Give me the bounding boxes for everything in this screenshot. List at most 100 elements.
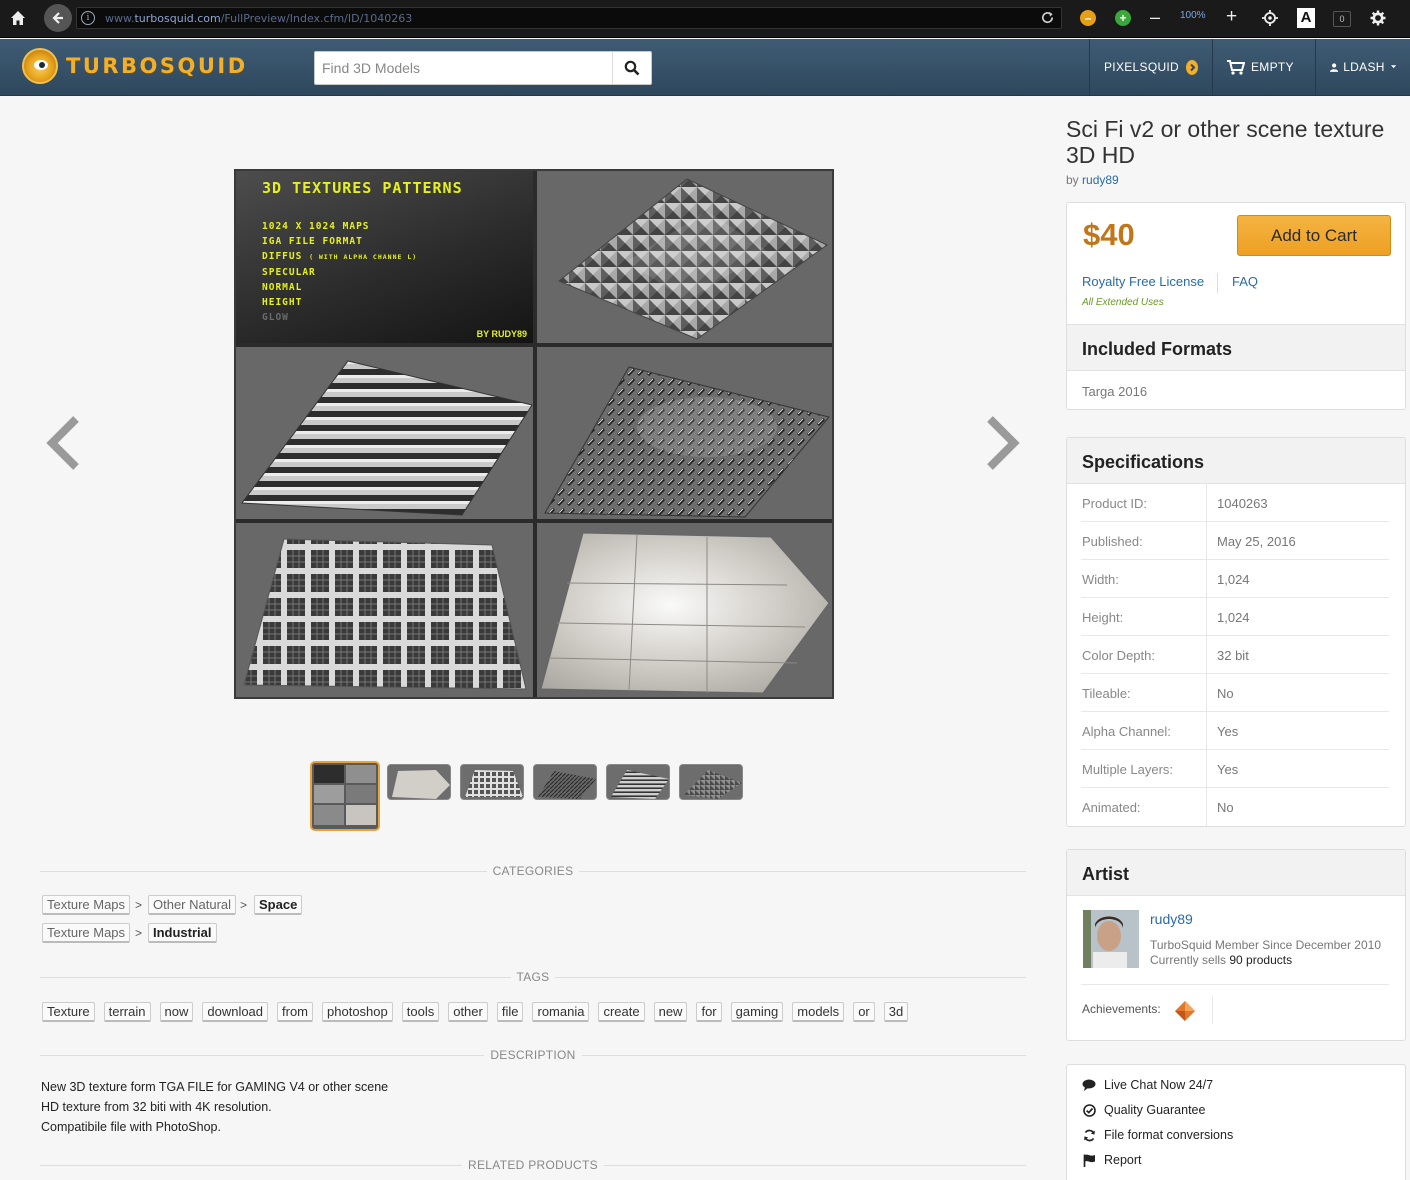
thumbnail-5[interactable] [606,764,670,800]
license-note: All Extended Uses [1082,297,1164,308]
target-icon[interactable] [1262,10,1278,29]
purchase-card: $40 Add to Cart Royalty Free License FAQ… [1066,202,1406,410]
logo-text: TURBOSQUID [66,54,248,78]
categories-heading: CATEGORIES [40,864,1026,878]
live-chat-link[interactable]: Live Chat Now 24/7 [1082,1078,1213,1092]
thumbnail-6[interactable] [679,764,743,800]
banner-credit: BY RUDY89 [476,329,527,339]
spec-row: Alpha Channel: Yes [1081,712,1389,750]
previous-image-button[interactable] [44,415,84,471]
author-link[interactable]: rudy89 [1082,173,1119,187]
thumbnail-1[interactable] [310,761,380,831]
add-circle-icon[interactable]: + [1115,10,1131,26]
search-button[interactable] [612,52,651,84]
thumbnail-3[interactable] [460,764,524,800]
reload-icon[interactable] [1040,10,1055,28]
home-icon[interactable] [6,6,30,30]
thumbnail-2[interactable] [387,764,451,800]
breadcrumb-separator: > [240,898,248,912]
artist-products-link[interactable]: 90 products [1229,953,1292,967]
artist-name-link[interactable]: rudy89 [1150,911,1193,927]
spec-row: Animated: No [1081,788,1389,826]
tag[interactable]: photoshop [322,1002,393,1022]
search-input[interactable] [315,52,613,84]
main-preview-image[interactable]: 3D TEXTURES PATTERNS 1024 X 1024 MAPS IG… [234,169,834,699]
flag-icon [1082,1153,1096,1167]
format-item: Targa 2016 [1082,384,1148,399]
quality-guarantee-link[interactable]: Quality Guarantee [1082,1103,1205,1117]
achievements-label: Achievements: [1082,1002,1161,1016]
tag[interactable]: download [202,1002,269,1022]
tag[interactable]: for [696,1002,722,1022]
tag[interactable]: 3d [883,1002,909,1022]
report-link[interactable]: Report [1082,1153,1142,1167]
tag[interactable]: create [598,1002,645,1022]
back-button[interactable] [44,4,72,32]
related-products-heading: RELATED PRODUCTS [40,1158,1026,1172]
category-link-current[interactable]: Space [254,895,303,915]
info-icon[interactable]: i [81,11,95,25]
tag-list: Texture terrain now download from photos… [42,1002,909,1022]
achievement-diamond-icon[interactable] [1174,1000,1196,1022]
zoom-out-button[interactable]: – [1150,7,1160,28]
tag[interactable]: gaming [730,1002,784,1022]
gear-icon[interactable] [1370,10,1386,29]
squid-logo-icon [22,48,58,84]
spec-row: Published: May 25, 2016 [1081,522,1389,560]
zoom-in-button[interactable]: + [1226,6,1237,28]
product-header: Sci Fi v2 or other scene texture 3D HD b… [1066,116,1406,187]
site-header: TURBOSQUID PIXELSQUID EMPTY LDASH [0,39,1410,96]
link-divider [1217,273,1218,293]
add-to-cart-button[interactable]: Add to Cart [1237,215,1391,256]
grid-texture-render [236,523,533,697]
minimize-circle-icon[interactable]: – [1080,10,1096,26]
tag[interactable]: terrain [103,1002,151,1022]
tag[interactable]: models [792,1002,845,1022]
royalty-free-license-link[interactable]: Royalty Free License [1082,274,1204,289]
next-image-button[interactable] [982,415,1022,471]
spec-row: Tileable: No [1081,674,1389,712]
refresh-icon [1082,1128,1096,1142]
chevron-right-circle-icon [1186,59,1198,75]
address-bar[interactable]: i www.turbosquid.com/FullPreview/Index.c… [76,7,1062,29]
tag[interactable]: file [496,1002,524,1022]
category-link[interactable]: Texture Maps [42,895,131,915]
tag[interactable]: romania [532,1002,590,1022]
tag[interactable]: tools [401,1002,440,1022]
user-menu[interactable]: LDASH [1315,39,1410,95]
breadcrumb-separator: > [135,898,143,912]
tag[interactable]: new [653,1002,688,1022]
cart-link[interactable]: EMPTY [1212,39,1315,95]
category-link[interactable]: Other Natural [148,895,237,915]
category-link[interactable]: Texture Maps [42,923,131,943]
faq-link[interactable]: FAQ [1232,274,1258,289]
tag[interactable]: other [448,1002,488,1022]
tag[interactable]: Texture [42,1002,95,1022]
chevron-down-icon [1390,65,1396,69]
tag[interactable]: from [277,1002,314,1022]
cart-icon [1227,59,1245,75]
file-format-conversions-link[interactable]: File format conversions [1082,1128,1233,1142]
badge-counter[interactable]: 0 [1333,11,1351,27]
spec-row: Height: 1,024 [1081,598,1389,636]
stripe-texture-render [236,347,533,519]
included-formats-heading: Included Formats [1067,325,1405,371]
back-arrow-icon [52,12,63,24]
spec-row: Product ID: 1040263 [1081,484,1389,522]
breadcrumb-separator: > [135,926,143,940]
cart-label: EMPTY [1251,60,1294,74]
category-link-current[interactable]: Industrial [148,923,217,943]
metal-plate-texture-render [537,523,832,697]
artist-heading: Artist [1067,850,1405,896]
tag[interactable]: now [159,1002,194,1022]
specifications-table: Product ID: 1040263 Published: May 25, 201… [1067,484,1405,826]
pixelsquid-link[interactable]: PIXELSQUID [1089,39,1212,95]
thumbnail-4[interactable] [533,764,597,800]
font-button[interactable]: A [1297,8,1315,28]
zoom-level: 100% [1180,10,1206,21]
artist-avatar[interactable] [1083,910,1139,968]
banner-title: 3D TEXTURES PATTERNS [262,179,463,197]
tag[interactable]: or [853,1002,875,1022]
chat-bubble-icon [1082,1078,1096,1092]
user-label: LDASH [1343,60,1385,74]
